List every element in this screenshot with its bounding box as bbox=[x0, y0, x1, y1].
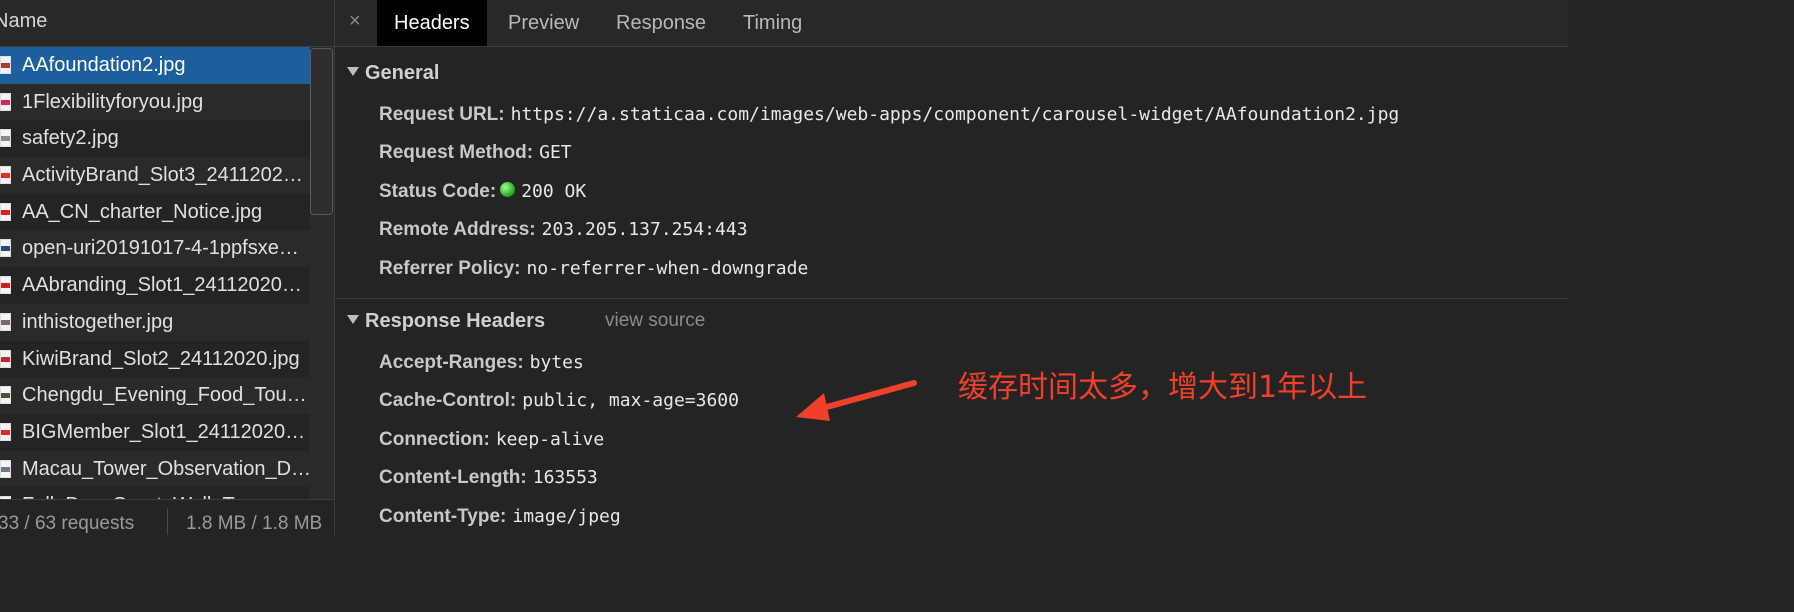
request-row[interactable]: AAfoundation2.jpg bbox=[0, 47, 310, 84]
status-code-key: Status Code: bbox=[379, 181, 497, 202]
request-method-key: Request Method: bbox=[379, 142, 534, 163]
content-type-key: Content-Type: bbox=[379, 506, 507, 527]
request-row[interactable]: KiwiBrand_Slot2_24112020.jpg bbox=[0, 341, 310, 378]
accept-ranges-key: Accept-Ranges: bbox=[379, 352, 524, 373]
image-thumbnail-icon bbox=[0, 276, 11, 295]
content-type-value: image/jpeg bbox=[512, 506, 621, 527]
image-thumbnail-icon bbox=[0, 92, 11, 111]
status-ok-icon bbox=[500, 182, 516, 198]
request-row-label: AA_CN_charter_Notice.jpg bbox=[22, 200, 263, 223]
request-row-label: BIGMember_Slot1_24112020… bbox=[22, 420, 306, 443]
image-thumbnail-icon bbox=[0, 56, 11, 74]
status-code-value: 200 OK bbox=[521, 181, 587, 202]
remote-address-value: 203.205.137.254:443 bbox=[541, 219, 748, 240]
request-row-label: KiwiBrand_Slot2_24112020.jpg bbox=[22, 347, 300, 370]
request-row[interactable]: inthistogether.jpg bbox=[0, 303, 310, 341]
cache-control-key: Cache-Control: bbox=[379, 390, 517, 411]
request-count: 33 / 63 requests bbox=[0, 513, 135, 534]
transfer-size: 1.8 MB / 1.8 MB bbox=[186, 513, 323, 534]
tab-timing[interactable]: Timing bbox=[726, 0, 819, 46]
image-thumbnail-icon bbox=[0, 349, 11, 368]
request-row-label: AAbranding_Slot1_24112020… bbox=[22, 274, 302, 297]
status-divider bbox=[167, 508, 168, 535]
request-row-label: inthistogether.jpg bbox=[22, 310, 174, 333]
request-row[interactable]: Chengdu_Evening_Food_Tour… bbox=[0, 377, 310, 414]
image-thumbnail-icon bbox=[0, 129, 11, 148]
request-row-label: AAfoundation2.jpg bbox=[22, 54, 186, 76]
request-row-label: safety2.jpg bbox=[22, 127, 119, 150]
name-column-header[interactable]: Name bbox=[0, 0, 334, 47]
general-section-title: General bbox=[365, 62, 440, 84]
request-rows: AAfoundation2.jpg 1Flexibilityforyou.jpg s… bbox=[0, 47, 310, 524]
request-row-label: open-uri20191017-4-1ppfsxe… bbox=[22, 237, 299, 260]
image-thumbnail-icon bbox=[0, 239, 11, 258]
image-thumbnail-icon bbox=[0, 312, 11, 331]
request-row[interactable]: AAbranding_Slot1_24112020… bbox=[0, 267, 310, 304]
content-length-value: 163553 bbox=[532, 467, 598, 488]
content-length-key: Content-Length: bbox=[379, 467, 527, 488]
content-type-row: Content-Type: image/jpeg bbox=[379, 506, 621, 528]
tab-headers[interactable]: Headers bbox=[377, 0, 487, 46]
detail-tab-bar: × Headers Preview Response Timing bbox=[335, 0, 1568, 47]
connection-row: Connection: keep-alive bbox=[379, 429, 604, 451]
request-row[interactable]: AA_CN_charter_Notice.jpg bbox=[0, 194, 310, 231]
triangle-down-icon bbox=[347, 315, 359, 325]
tab-preview[interactable]: Preview bbox=[491, 0, 596, 46]
request-url-key: Request URL: bbox=[379, 104, 505, 125]
request-url-row: Request URL: https://a.staticaa.com/image… bbox=[379, 104, 1399, 126]
response-headers-title: Response Headers bbox=[365, 310, 546, 332]
image-thumbnail-icon bbox=[0, 422, 11, 441]
remote-address-key: Remote Address: bbox=[379, 219, 536, 240]
view-source-link[interactable]: view source bbox=[605, 310, 705, 332]
image-thumbnail-icon bbox=[0, 386, 11, 405]
annotation-text: 缓存时间太多，增大到1年以上 bbox=[958, 370, 1368, 405]
section-divider bbox=[335, 298, 1568, 299]
triangle-down-icon bbox=[347, 67, 359, 77]
response-headers-section-toggle[interactable]: Response Headers bbox=[347, 310, 545, 333]
connection-value: keep-alive bbox=[495, 429, 605, 450]
content-length-row: Content-Length: 163553 bbox=[379, 467, 598, 489]
accept-ranges-value: bytes bbox=[529, 352, 584, 373]
tab-response[interactable]: Response bbox=[599, 0, 723, 46]
request-row-label: 1Flexibilityforyou.jpg bbox=[22, 90, 204, 113]
request-url-value: https://a.staticaa.com/images/web-apps/c… bbox=[510, 104, 1400, 125]
remote-address-row: Remote Address: 203.205.137.254:443 bbox=[379, 219, 748, 241]
request-row[interactable]: Macau_Tower_Observation_D… bbox=[0, 450, 310, 488]
cache-control-value: public, max-age=3600 bbox=[522, 390, 739, 411]
request-detail-panel: × Headers Preview Response Timing Genera… bbox=[335, 0, 1568, 535]
general-section-toggle[interactable]: General bbox=[347, 62, 439, 85]
request-row[interactable]: open-uri20191017-4-1ppfsxe… bbox=[0, 230, 310, 268]
connection-key: Connection: bbox=[379, 429, 490, 450]
image-thumbnail-icon bbox=[0, 202, 11, 221]
network-status-bar: 33 / 63 requests 1.8 MB / 1.8 MB bbox=[0, 499, 334, 535]
request-list-panel: Name AAfoundation2.jpg 1Flexibilityforyou… bbox=[0, 0, 335, 535]
request-method-value: GET bbox=[539, 142, 572, 163]
request-row-label: Chengdu_Evening_Food_Tour… bbox=[22, 384, 310, 407]
annotation-arrow-icon bbox=[796, 380, 917, 421]
image-thumbnail-icon bbox=[0, 459, 11, 478]
request-row[interactable]: BIGMember_Slot1_24112020… bbox=[0, 414, 310, 451]
referrer-policy-value: no-referrer-when-downgrade bbox=[526, 258, 809, 279]
request-row[interactable]: ActivityBrand_Slot3_2411202… bbox=[0, 157, 310, 194]
request-method-row: Request Method: GET bbox=[379, 142, 572, 164]
close-icon[interactable]: × bbox=[349, 10, 361, 33]
image-thumbnail-icon bbox=[0, 166, 11, 185]
request-row-label: ActivityBrand_Slot3_2411202… bbox=[22, 164, 303, 187]
name-column-label: Name bbox=[0, 10, 48, 32]
referrer-policy-row: Referrer Policy: no-referrer-when-downgra… bbox=[379, 258, 808, 280]
referrer-policy-key: Referrer Policy: bbox=[379, 258, 521, 279]
accept-ranges-row: Accept-Ranges: bytes bbox=[379, 352, 584, 374]
request-row-label: Macau_Tower_Observation_D… bbox=[22, 457, 310, 480]
request-row[interactable]: safety2.jpg bbox=[0, 120, 310, 157]
scrollbar-thumb[interactable] bbox=[310, 48, 333, 215]
request-row[interactable]: 1Flexibilityforyou.jpg bbox=[0, 83, 310, 121]
cache-control-row: Cache-Control: public, max-age=3600 bbox=[379, 390, 739, 412]
status-code-row: Status Code: 200 OK bbox=[379, 181, 586, 203]
